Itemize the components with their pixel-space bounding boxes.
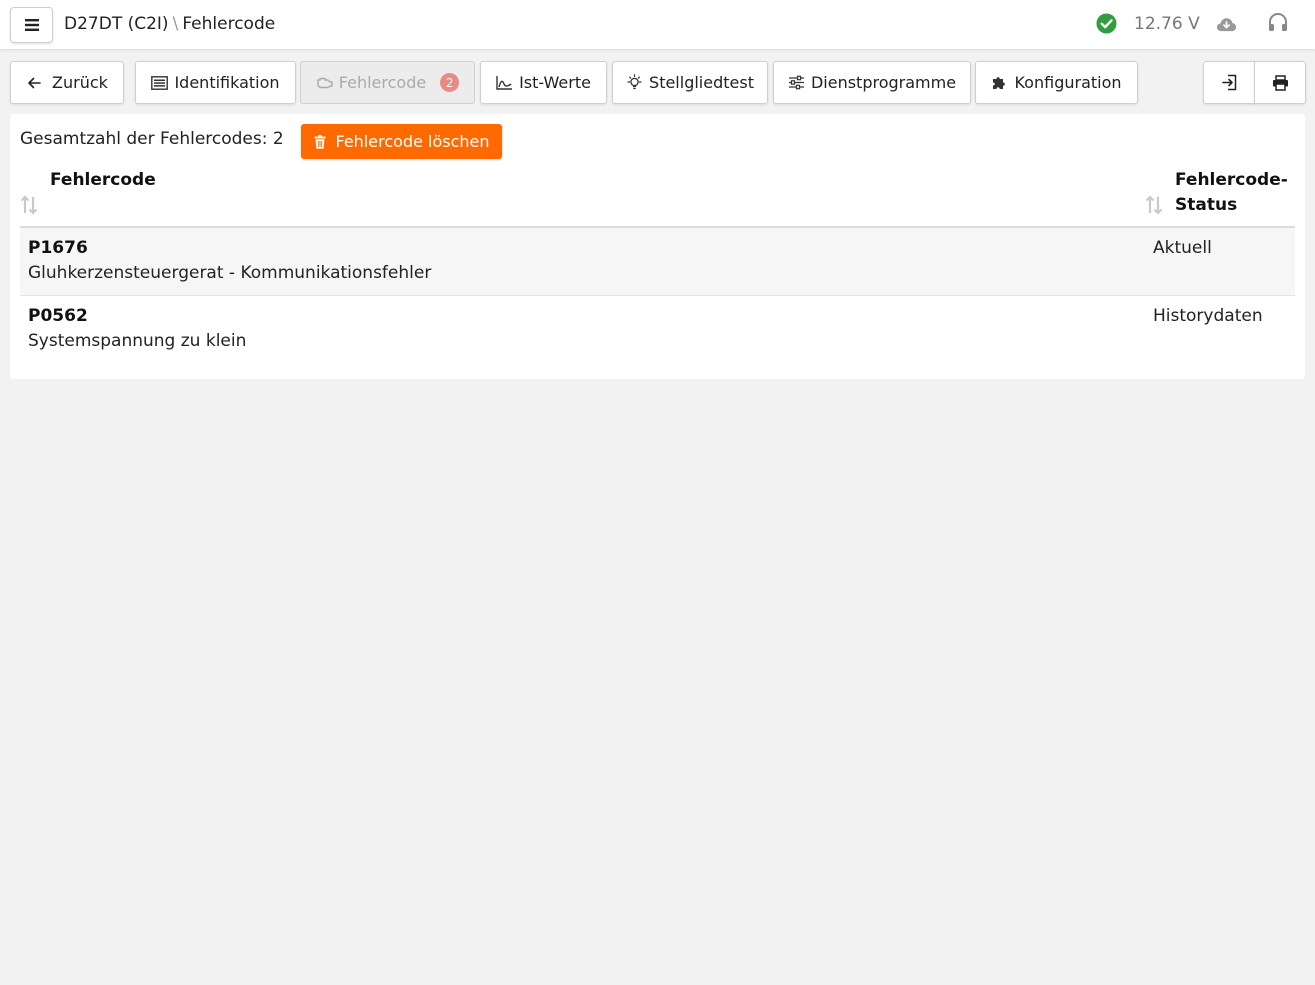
export-icon	[1221, 74, 1236, 91]
arrow-left-icon	[28, 77, 41, 88]
tab-fehlercode-label: Fehlercode	[338, 73, 427, 92]
table-row[interactable]: P0562 Systemspannung zu klein Historydat…	[20, 296, 1295, 363]
menu-button[interactable]	[10, 7, 53, 43]
column-header-code[interactable]: Fehlercode	[50, 168, 156, 193]
tab-fehlercode[interactable]: Fehlercode 2	[300, 61, 475, 104]
table-row[interactable]: P1676 Gluhkerzensteuergerat - Kommunikat…	[20, 228, 1295, 295]
fault-code: P0562	[28, 306, 88, 326]
back-button[interactable]: Zurück	[10, 61, 124, 104]
clear-fault-codes-label: Fehlercode löschen	[335, 132, 490, 151]
column-header-status-line2: Status	[1175, 195, 1238, 215]
column-header-status-line1: Fehlercode-	[1175, 170, 1288, 190]
list-icon	[151, 75, 169, 90]
tab-konfiguration-label: Konfiguration	[1014, 73, 1122, 92]
fault-code: P1676	[28, 238, 88, 258]
clear-fault-codes-button[interactable]: Fehlercode löschen	[301, 124, 502, 159]
top-bar: D27DT (C2I) \ Fehlercode 12.76 V	[0, 0, 1315, 50]
print-icon	[1272, 74, 1288, 91]
menu-icon	[24, 19, 39, 31]
cloud-download-icon[interactable]	[1216, 16, 1237, 33]
fault-code-panel: Gesamtzahl der Fehlercodes: 2 Fehlercode…	[10, 114, 1305, 379]
breadcrumb-page: Fehlercode	[182, 14, 276, 34]
sliders-icon	[788, 75, 804, 90]
bulb-icon	[627, 74, 642, 90]
engine-icon	[317, 77, 333, 89]
fault-status: Historydaten	[1153, 306, 1263, 326]
tab-konfiguration[interactable]: Konfiguration	[975, 61, 1138, 104]
fault-description: Systemspannung zu klein	[28, 331, 247, 351]
chart-icon	[496, 76, 513, 90]
fehlercode-count-badge: 2	[440, 73, 460, 92]
puzzle-icon	[993, 77, 1006, 89]
battery-voltage: 12.76 V	[1134, 14, 1200, 34]
sort-icon[interactable]	[1145, 195, 1163, 215]
tab-dienstprogramme[interactable]: Dienstprogramme	[773, 61, 971, 104]
column-header-status[interactable]: Fehlercode- Status	[1175, 168, 1288, 218]
tab-stellgliedtest[interactable]: Stellgliedtest	[612, 61, 768, 104]
fault-status: Aktuell	[1153, 238, 1212, 258]
headset-icon[interactable]	[1267, 12, 1289, 34]
back-label: Zurück	[52, 73, 108, 92]
breadcrumb: D27DT (C2I) \ Fehlercode	[64, 14, 275, 34]
tab-identifikation-label: Identifikation	[174, 73, 280, 92]
tab-stellgliedtest-label: Stellgliedtest	[649, 73, 754, 92]
print-button[interactable]	[1254, 61, 1306, 104]
check-circle-icon	[1096, 13, 1117, 34]
sort-icon[interactable]	[20, 195, 38, 215]
tab-ist-werte-label: Ist-Werte	[519, 73, 591, 92]
breadcrumb-separator: \	[172, 14, 179, 34]
total-fault-codes: Gesamtzahl der Fehlercodes: 2	[20, 129, 284, 149]
trash-icon	[314, 134, 325, 149]
fault-description: Gluhkerzensteuergerat - Kommunikationsfe…	[28, 263, 432, 283]
tab-dienstprogramme-label: Dienstprogramme	[810, 73, 957, 92]
tab-identifikation[interactable]: Identifikation	[135, 61, 296, 104]
breadcrumb-ecu[interactable]: D27DT (C2I)	[64, 14, 169, 34]
export-button[interactable]	[1203, 61, 1255, 104]
tab-ist-werte[interactable]: Ist-Werte	[480, 61, 607, 104]
